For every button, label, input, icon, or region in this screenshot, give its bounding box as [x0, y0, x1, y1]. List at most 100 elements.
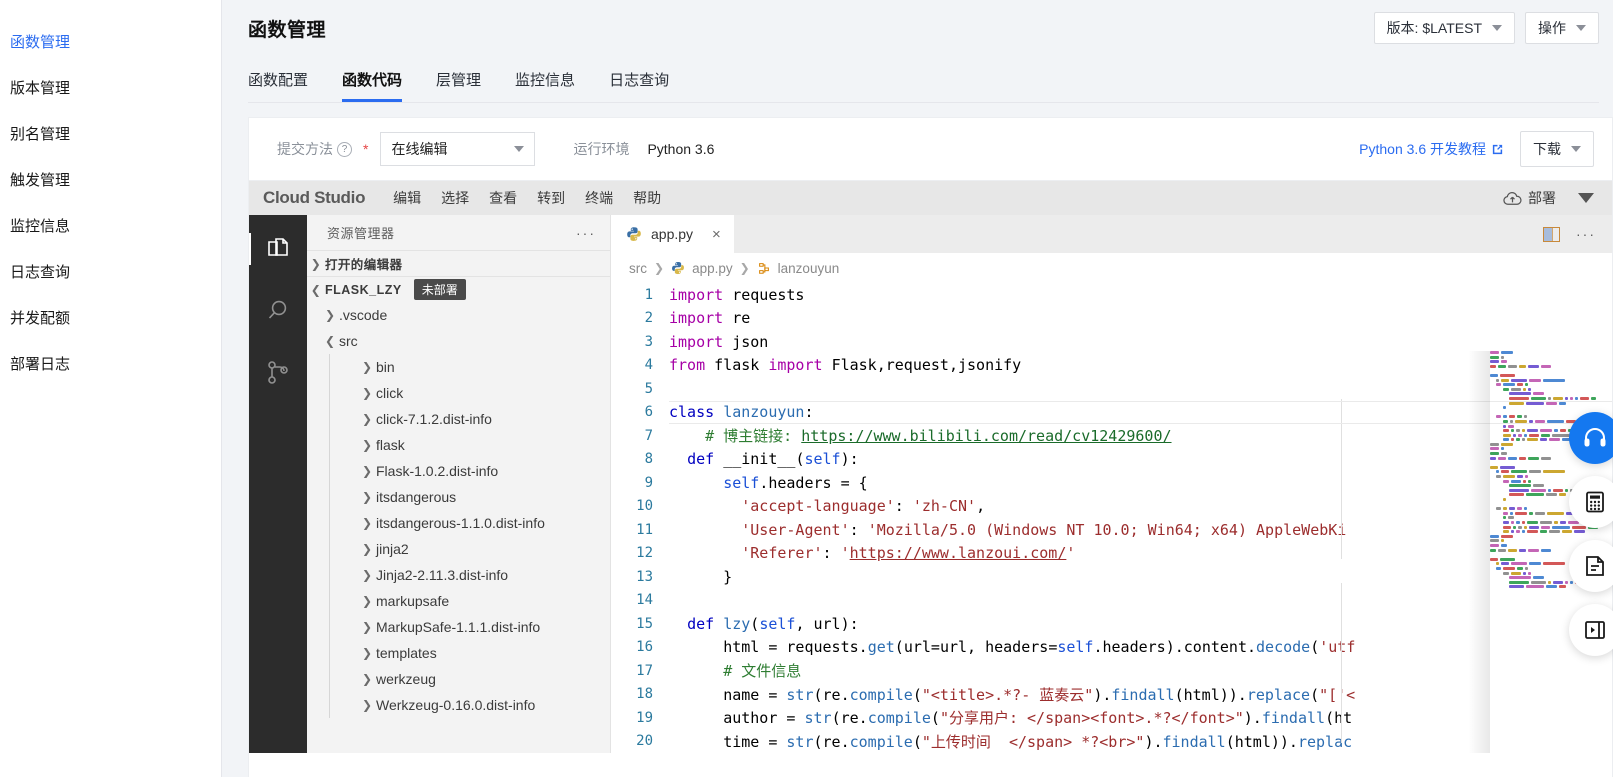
- headset-icon: [1584, 428, 1606, 447]
- deploy-chevron-down-icon[interactable]: [1578, 193, 1594, 203]
- action-dropdown-label: 操作: [1538, 20, 1566, 36]
- tree-item-bin[interactable]: ❯ bin: [329, 354, 610, 380]
- floating-action-rail: [1569, 412, 1613, 656]
- cloud-studio-logo: Cloud Studio: [263, 188, 366, 207]
- close-icon[interactable]: ×: [712, 226, 721, 243]
- python-file-icon: [672, 262, 685, 275]
- tree-item-label: Werkzeug-0.16.0.dist-info: [376, 697, 536, 713]
- tree-item-label: src: [339, 333, 358, 349]
- line-number: 18: [636, 686, 653, 703]
- download-dropdown-label: 下载: [1533, 141, 1561, 157]
- code-line: 4 from flask import Flask,request,jsonif…: [611, 354, 1612, 378]
- tree-item-werkzeug-dist-info[interactable]: ❯ Werkzeug-0.16.0.dist-info: [329, 692, 610, 718]
- chevron-right-icon: ❯: [654, 261, 665, 275]
- editor-tab-actions: ···: [1543, 215, 1612, 253]
- tree-item-label: Jinja2-2.11.3.dist-info: [376, 567, 509, 583]
- tree-item-markupsafe-dist-info[interactable]: ❯ MarkupSafe-1.1.1.dist-info: [329, 614, 610, 640]
- menu-view[interactable]: 查看: [479, 188, 527, 208]
- chevron-right-icon: ❯: [324, 308, 336, 322]
- submit-method-label-text: 提交方法: [277, 141, 333, 157]
- tab-layer-management[interactable]: 层管理: [436, 69, 481, 102]
- required-asterisk: *: [363, 141, 369, 157]
- line-number: 17: [636, 662, 653, 679]
- tree-item-werkzeug[interactable]: ❯ werkzeug: [329, 666, 610, 692]
- code-line: 9 self.headers = {: [611, 471, 1612, 495]
- python-file-icon: [627, 227, 641, 241]
- explorer-panel: 资源管理器 ··· ❯ 打开的编辑器 ❮ FLASK_LZY 未部署 ❯ .vs…: [307, 215, 611, 753]
- sidebar-item-monitoring[interactable]: 监控信息: [0, 204, 221, 250]
- tree-item-itsdangerous[interactable]: ❯ itsdangerous: [329, 484, 610, 510]
- sidebar-item-alias-management[interactable]: 别名管理: [0, 112, 221, 158]
- sidebar-item-concurrency-quota[interactable]: 并发配额: [0, 296, 221, 342]
- split-editor-icon[interactable]: [1543, 226, 1560, 242]
- menu-goto[interactable]: 转到: [527, 188, 575, 208]
- line-content: self.headers = {: [723, 473, 868, 492]
- tree-item-flask-dist-info[interactable]: ❯ Flask-1.0.2.dist-info: [329, 458, 610, 484]
- tree-item-label: markupsafe: [376, 593, 450, 609]
- tree-item-markupsafe[interactable]: ❯ markupsafe: [329, 588, 610, 614]
- source-control-icon[interactable]: [256, 351, 300, 395]
- tab-log-query[interactable]: 日志查询: [609, 69, 669, 102]
- sidebar-item-function-management[interactable]: 函数管理: [0, 20, 221, 66]
- files-icon[interactable]: [249, 227, 300, 271]
- open-editors-section[interactable]: ❯ 打开的编辑器: [307, 250, 610, 276]
- line-number: 13: [636, 568, 653, 585]
- project-root-row[interactable]: ❮ FLASK_LZY 未部署: [307, 276, 610, 302]
- code-toolbar-right: Python 3.6 开发教程 下载: [1359, 131, 1594, 167]
- chevron-right-icon: ❯: [361, 672, 373, 686]
- editor-more-icon[interactable]: ···: [1576, 226, 1596, 242]
- version-dropdown[interactable]: 版本: $LATEST: [1373, 12, 1515, 44]
- console-sidebar: 函数管理 版本管理 别名管理 触发管理 监控信息 日志查询 并发配额 部署日志: [0, 0, 222, 777]
- sidebar-item-deploy-log[interactable]: 部署日志: [0, 342, 221, 388]
- tree-item-jinja2-dist-info[interactable]: ❯ Jinja2-2.11.3.dist-info: [329, 562, 610, 588]
- collapse-panel-button[interactable]: [1569, 604, 1613, 656]
- chevron-down-icon: ❮: [310, 282, 322, 297]
- help-icon[interactable]: ?: [337, 141, 352, 157]
- explorer-more-icon[interactable]: ···: [576, 225, 596, 241]
- line-number: 12: [636, 545, 653, 562]
- breadcrumb-file[interactable]: app.py: [692, 261, 733, 276]
- line-number: 9: [644, 474, 653, 491]
- tree-item-flask[interactable]: ❯ flask: [329, 432, 610, 458]
- tree-item-vscode[interactable]: ❯ .vscode: [307, 302, 610, 328]
- breadcrumb: src ❯ app.py ❯ lanzouyun: [611, 253, 1612, 283]
- menu-terminal[interactable]: 终端: [575, 188, 623, 208]
- line-number: 15: [636, 615, 653, 632]
- sidebar-item-trigger-management[interactable]: 触发管理: [0, 158, 221, 204]
- deploy-button[interactable]: 部署: [1503, 188, 1556, 208]
- line-number: 4: [644, 357, 653, 374]
- chevron-down-icon: [514, 146, 525, 152]
- support-button[interactable]: [1569, 412, 1613, 464]
- tree-item-click[interactable]: ❯ click: [329, 380, 610, 406]
- submit-method-select[interactable]: 在线编辑: [380, 132, 536, 166]
- sidebar-item-version-management[interactable]: 版本管理: [0, 66, 221, 112]
- search-icon[interactable]: [256, 289, 300, 333]
- editor-tab-app-py[interactable]: app.py ×: [611, 215, 734, 253]
- menu-help[interactable]: 帮助: [623, 188, 671, 208]
- menu-select[interactable]: 选择: [431, 188, 479, 208]
- tab-function-code[interactable]: 函数代码: [342, 69, 403, 102]
- line-content: import json: [669, 332, 769, 351]
- chevron-right-icon: ❯: [361, 516, 373, 530]
- tree-item-itsdangerous-dist-info[interactable]: ❯ itsdangerous-1.1.0.dist-info: [329, 510, 610, 536]
- download-dropdown[interactable]: 下载: [1520, 131, 1594, 167]
- tree-item-click-dist-info[interactable]: ❯ click-7.1.2.dist-info: [329, 406, 610, 432]
- feedback-button[interactable]: [1569, 540, 1613, 592]
- breadcrumb-symbol[interactable]: lanzouyun: [778, 261, 840, 276]
- sidebar-item-log-query[interactable]: 日志查询: [0, 250, 221, 296]
- tab-monitoring[interactable]: 监控信息: [515, 69, 575, 102]
- tree-item-src[interactable]: ❮ src: [307, 328, 610, 354]
- menu-edit[interactable]: 编辑: [383, 188, 431, 208]
- tutorial-link[interactable]: Python 3.6 开发教程: [1359, 139, 1504, 159]
- panel-collapse-icon: [1585, 621, 1605, 639]
- tab-function-config[interactable]: 函数配置: [248, 69, 308, 102]
- action-dropdown[interactable]: 操作: [1525, 12, 1599, 44]
- line-number: 8: [644, 451, 653, 468]
- code-editor[interactable]: 1 import requests 2 import re 3 import j…: [611, 283, 1612, 753]
- tree-item-templates[interactable]: ❯ templates: [329, 640, 610, 666]
- breadcrumb-src[interactable]: src: [629, 261, 647, 276]
- activity-bar: [249, 215, 307, 753]
- tree-item-jinja2[interactable]: ❯ jinja2: [329, 536, 610, 562]
- code-line: 11 'User-Agent': 'Mozilla/5.0 (Windows N…: [611, 518, 1612, 542]
- calculator-button[interactable]: [1569, 476, 1613, 528]
